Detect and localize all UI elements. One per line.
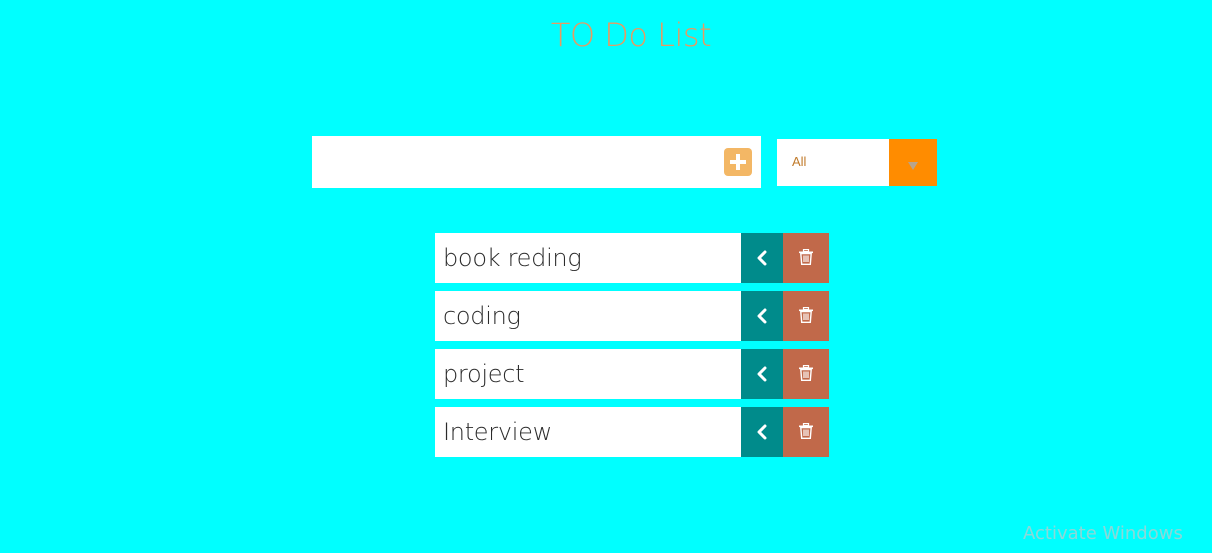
chevron-left-icon bbox=[757, 424, 767, 440]
trash-icon bbox=[799, 249, 813, 265]
todo-text: coding bbox=[443, 302, 521, 330]
complete-button[interactable] bbox=[741, 407, 783, 457]
trash-icon bbox=[799, 365, 813, 381]
todo-item: book reding bbox=[435, 233, 829, 283]
complete-button[interactable] bbox=[741, 291, 783, 341]
caret-down-icon bbox=[908, 162, 918, 170]
delete-button[interactable] bbox=[783, 233, 829, 283]
complete-button[interactable] bbox=[741, 349, 783, 399]
delete-button[interactable] bbox=[783, 349, 829, 399]
todo-form bbox=[312, 136, 761, 188]
chevron-left-icon bbox=[757, 366, 767, 382]
activate-windows-watermark: Activate Windows bbox=[1023, 523, 1183, 544]
todo-list: book reding coding project Interview bbox=[435, 233, 829, 465]
filter-dropdown-button[interactable] bbox=[889, 139, 937, 186]
todo-text: project bbox=[443, 360, 525, 388]
filter-select[interactable]: All bbox=[777, 139, 937, 186]
chevron-left-icon bbox=[757, 308, 767, 324]
page-title: TO Do List bbox=[550, 16, 712, 54]
todo-text: book reding bbox=[443, 244, 582, 272]
todo-input[interactable] bbox=[312, 136, 712, 188]
delete-button[interactable] bbox=[783, 291, 829, 341]
todo-text: Interview bbox=[443, 418, 552, 446]
delete-button[interactable] bbox=[783, 407, 829, 457]
todo-item: coding bbox=[435, 291, 829, 341]
trash-icon bbox=[799, 307, 813, 323]
filter-selected-value: All bbox=[792, 154, 807, 169]
plus-icon bbox=[730, 154, 746, 170]
todo-item: Interview bbox=[435, 407, 829, 457]
complete-button[interactable] bbox=[741, 233, 783, 283]
trash-icon bbox=[799, 423, 813, 439]
add-todo-button[interactable] bbox=[724, 148, 752, 176]
todo-item: project bbox=[435, 349, 829, 399]
chevron-left-icon bbox=[757, 250, 767, 266]
